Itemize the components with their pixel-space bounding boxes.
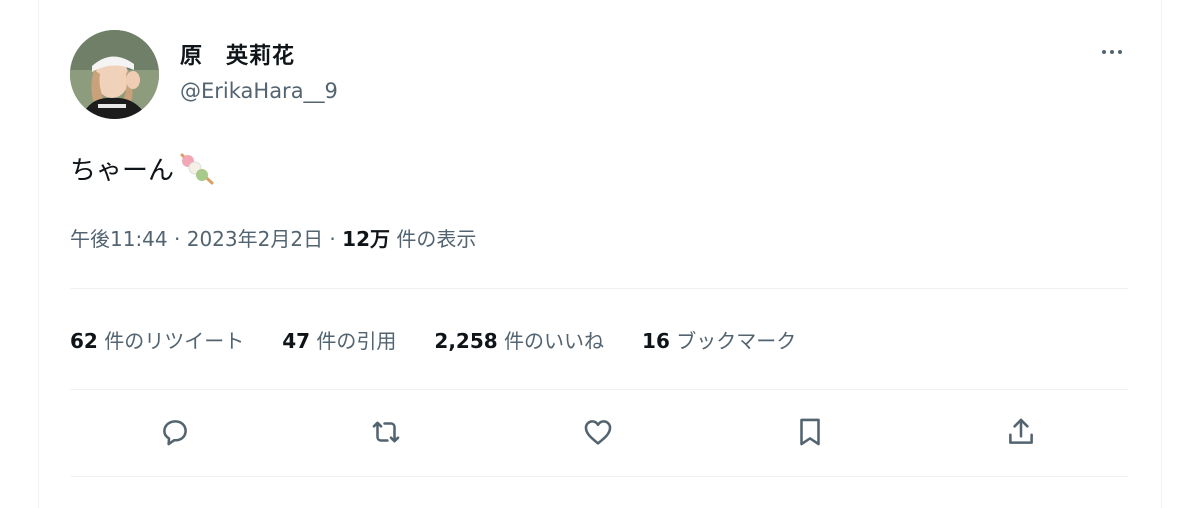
meta-separator: · xyxy=(323,227,343,251)
share-icon[interactable] xyxy=(1001,412,1041,452)
views-label: 件の表示 xyxy=(390,227,477,251)
dango-icon xyxy=(180,153,214,184)
user-handle[interactable]: @ErikaHara__9 xyxy=(180,79,338,103)
tweet-text: ちゃーん xyxy=(70,150,216,187)
stat-count: 47 xyxy=(282,329,311,353)
stat-count: 16 xyxy=(642,329,670,353)
stat-label: 件のいいね xyxy=(497,329,605,353)
stat-label: ブックマーク xyxy=(669,329,797,353)
stat-quotes[interactable]: 47 件の引用 xyxy=(282,325,396,354)
views-count: 12万 xyxy=(342,227,390,251)
stat-label: 件のリツイート xyxy=(97,329,245,353)
avatar[interactable] xyxy=(70,30,159,119)
tweet-date[interactable]: 2023年2月2日 xyxy=(187,227,323,251)
divider xyxy=(70,288,1128,289)
meta-separator: · xyxy=(167,227,187,251)
stat-count: 2,258 xyxy=(434,329,498,353)
stat-bookmarks[interactable]: 16 ブックマーク xyxy=(642,325,796,354)
tweet-meta: 午後11:44 · 2023年2月2日 · 12万 件の表示 xyxy=(70,223,476,252)
stat-count: 62 xyxy=(70,329,98,353)
stat-retweets[interactable]: 62 件のリツイート xyxy=(70,325,244,354)
reply-icon[interactable] xyxy=(155,412,195,452)
tweet-stats: 62 件のリツイート 47 件の引用 2,258 件のいいね 16 ブックマーク xyxy=(70,325,834,354)
bookmark-icon[interactable] xyxy=(790,412,830,452)
like-icon[interactable] xyxy=(578,412,618,452)
divider xyxy=(70,476,1128,477)
tweet-time[interactable]: 午後11:44 xyxy=(70,227,168,251)
divider xyxy=(70,389,1128,390)
tweet-text-content: ちゃーん xyxy=(70,156,175,186)
display-name[interactable]: 原 英莉花 xyxy=(180,38,295,70)
avatar-image xyxy=(70,30,159,119)
stat-likes[interactable]: 2,258 件のいいね xyxy=(434,325,604,354)
stat-label: 件の引用 xyxy=(310,329,397,353)
more-options-icon[interactable] xyxy=(1094,40,1130,64)
retweet-icon[interactable] xyxy=(366,412,406,452)
